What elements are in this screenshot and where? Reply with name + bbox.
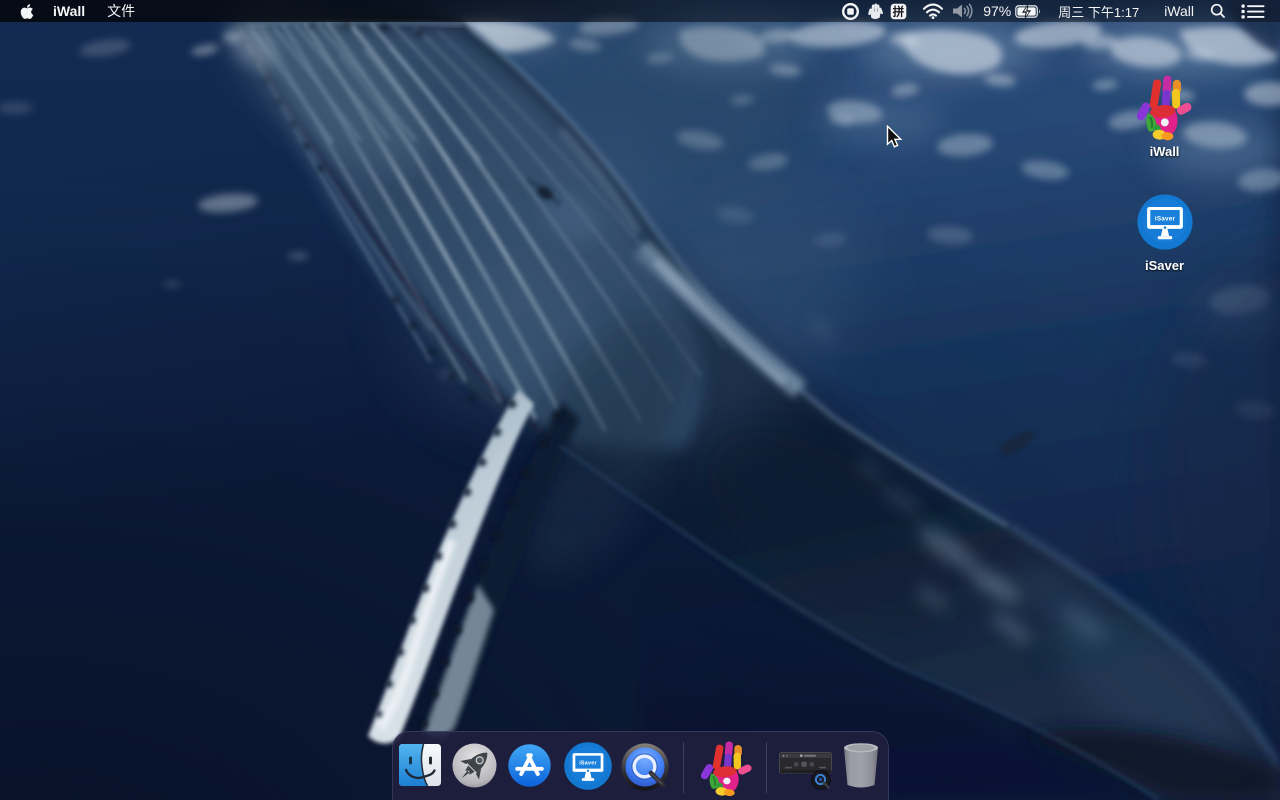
svg-text:拼: 拼 xyxy=(893,4,905,18)
